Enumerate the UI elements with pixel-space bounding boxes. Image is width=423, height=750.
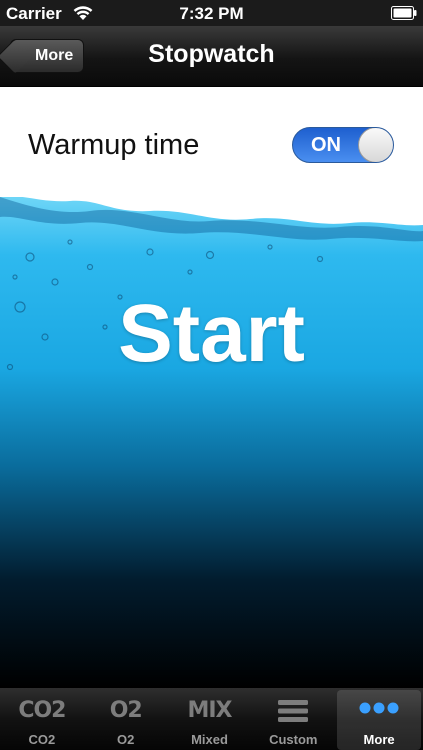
navigation-bar: More Stopwatch <box>0 26 423 87</box>
status-bar: Carrier 7:32 PM <box>0 0 423 26</box>
list-icon <box>278 700 309 722</box>
co2-tab-icon: CO2 <box>18 698 66 723</box>
o2-tab-icon: O2 <box>109 698 143 723</box>
tab-label: Custom <box>269 732 318 747</box>
tab-o2[interactable]: O2 O2 <box>84 688 168 750</box>
tab-label: Mixed <box>191 732 228 747</box>
tab-label: CO2 <box>28 732 56 747</box>
tab-label: More <box>363 732 395 747</box>
more-dots-icon <box>359 702 399 714</box>
warmup-time-label: Warmup time <box>28 129 200 161</box>
tab-more[interactable]: More <box>337 690 421 750</box>
toggle-knob <box>358 128 393 162</box>
tab-mixed[interactable]: MIX Mixed <box>168 688 252 750</box>
stopwatch-content: Warmup time ON Start <box>0 87 423 688</box>
tab-co2[interactable]: CO2 CO2 <box>0 688 84 750</box>
app-screen: Carrier 7:32 PM More Stopwatch Warmup ti… <box>0 0 423 750</box>
tab-label: O2 <box>117 732 135 747</box>
water-background <box>0 197 423 688</box>
tab-custom[interactable]: Custom <box>251 688 335 750</box>
battery-icon <box>391 6 417 20</box>
start-button[interactable]: Start <box>0 287 423 381</box>
back-button-label: More <box>35 47 74 64</box>
toggle-state-label: ON <box>311 134 341 156</box>
warmup-toggle[interactable]: ON <box>292 127 394 163</box>
mix-tab-icon: MIX <box>187 698 232 723</box>
clock-time: 7:32 PM <box>179 4 244 23</box>
tab-bar: CO2 CO2 O2 O2 MIX Mixed Custom More <box>0 688 423 750</box>
